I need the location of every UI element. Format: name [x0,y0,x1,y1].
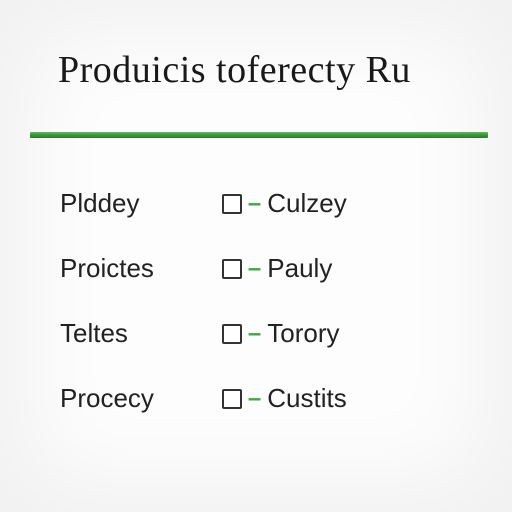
list-item: Plddey [60,188,154,219]
checkbox-icon[interactable] [222,324,242,344]
item-label: Teltes [60,318,128,349]
checkbox-icon[interactable] [222,389,242,409]
item-label: Procecy [60,383,154,414]
item-label: Proictes [60,253,154,284]
item-label: Culzey [267,188,346,219]
list-item: – Torory [222,318,347,349]
item-label: Plddey [60,188,140,219]
list-item: – Culzey [222,188,347,219]
dash-icon: – [248,255,261,283]
item-label: Pauly [267,253,332,284]
column-left: Plddey Proictes Teltes Procecy [58,188,154,414]
dash-icon: – [248,320,261,348]
checkbox-icon[interactable] [222,194,242,214]
page-title: Produicis toferecty Ru [58,48,484,92]
list-item: – Custits [222,383,347,414]
divider [30,132,488,138]
list-item: – Pauly [222,253,347,284]
list-item: Proictes [60,253,154,284]
dash-icon: – [248,190,261,218]
checkbox-icon[interactable] [222,259,242,279]
columns: Plddey Proictes Teltes Procecy – Culzey … [58,188,484,414]
item-label: Torory [267,318,339,349]
list-item: Procecy [60,383,154,414]
list-item: Teltes [60,318,154,349]
column-right: – Culzey – Pauly – Torory – Custits [214,188,347,414]
item-label: Custits [267,383,346,414]
dash-icon: – [248,385,261,413]
